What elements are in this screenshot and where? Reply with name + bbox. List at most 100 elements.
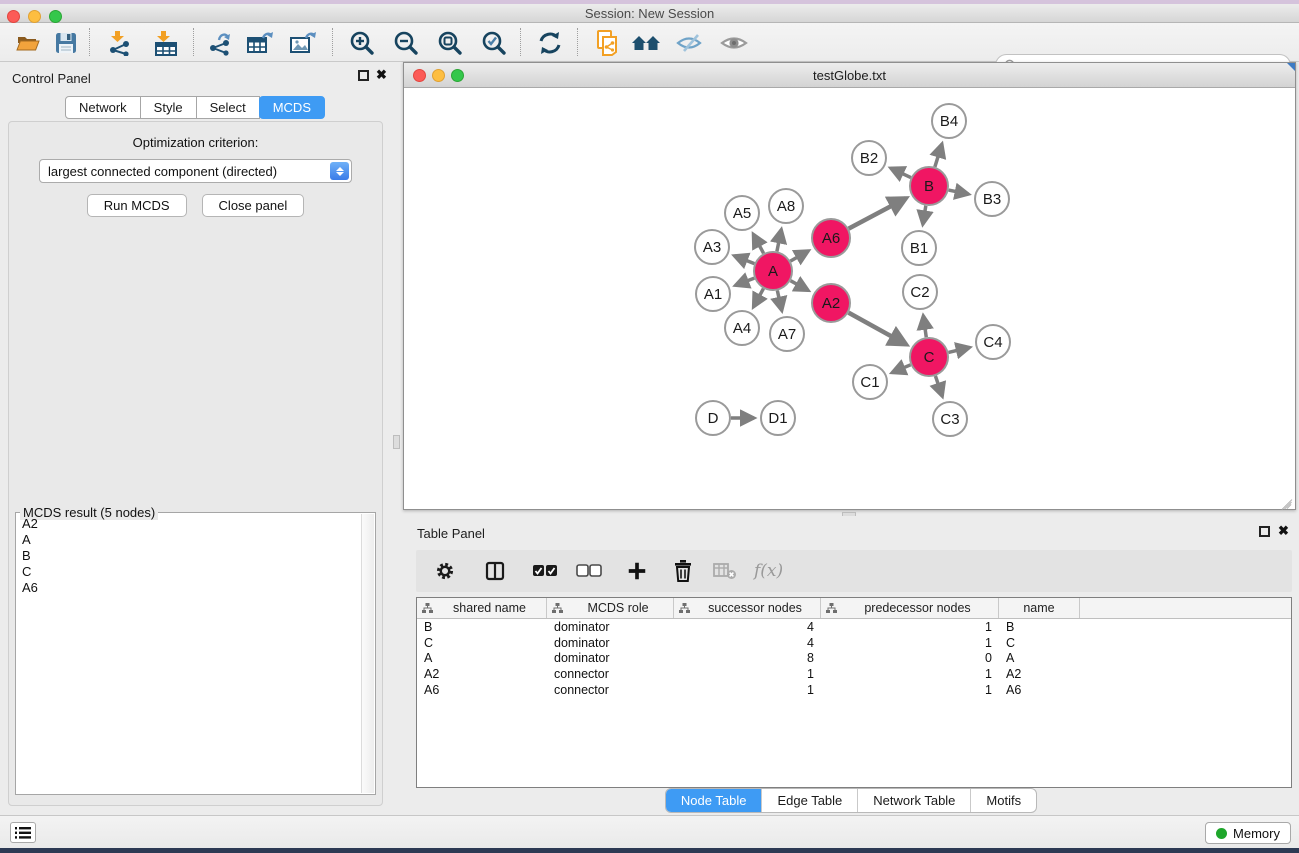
- column-header-successor-nodes[interactable]: successor nodes: [674, 598, 821, 618]
- tab-edge-table[interactable]: Edge Table: [761, 789, 857, 812]
- column-header-shared-name[interactable]: shared name: [417, 598, 547, 618]
- float-panel-icon[interactable]: [358, 70, 369, 81]
- graph-node-A5[interactable]: A5: [725, 196, 759, 230]
- table-cell[interactable]: 1: [821, 667, 999, 681]
- table-cell[interactable]: dominator: [547, 651, 674, 665]
- graph-edge-A-A3[interactable]: [734, 256, 754, 264]
- table-row[interactable]: A2connector11A2: [417, 666, 1291, 682]
- float-panel-icon[interactable]: [1259, 526, 1270, 537]
- memory-button[interactable]: Memory: [1205, 822, 1291, 844]
- column-header-name[interactable]: name: [999, 598, 1080, 618]
- graph-node-C[interactable]: C: [910, 338, 948, 376]
- graph-node-B1[interactable]: B1: [902, 231, 936, 265]
- graph-edge-C-C4[interactable]: [948, 347, 969, 352]
- column-header-MCDS-role[interactable]: MCDS role: [547, 598, 674, 618]
- graph-edge-A-A2[interactable]: [791, 281, 809, 291]
- tab-style[interactable]: Style: [140, 96, 197, 119]
- tab-mcds[interactable]: MCDS: [259, 96, 325, 119]
- table-cell[interactable]: connector: [547, 683, 674, 697]
- table-cell[interactable]: 1: [821, 636, 999, 650]
- graph-edge-B-B2[interactable]: [891, 168, 911, 177]
- tab-network[interactable]: Network: [65, 96, 141, 119]
- export-image-button[interactable]: [287, 27, 319, 58]
- graph-node-A7[interactable]: A7: [770, 317, 804, 351]
- graph-node-A3[interactable]: A3: [695, 230, 729, 264]
- graph-edge-A-A4[interactable]: [753, 289, 763, 307]
- table-cell[interactable]: 1: [821, 620, 999, 634]
- show-columns-button[interactable]: [480, 556, 510, 586]
- resize-grip-icon[interactable]: [1281, 495, 1293, 507]
- tab-select[interactable]: Select: [196, 96, 260, 119]
- delete-table-button[interactable]: [710, 556, 740, 586]
- table-row[interactable]: A6connector11A6: [417, 682, 1291, 698]
- task-history-button[interactable]: [10, 822, 36, 843]
- graph-edge-A-A6[interactable]: [790, 251, 808, 261]
- deselect-all-rows-button[interactable]: [574, 556, 604, 586]
- graph-node-A4[interactable]: A4: [725, 311, 759, 345]
- home-button[interactable]: [630, 27, 662, 58]
- split-divider-handle[interactable]: [393, 435, 400, 449]
- graph-node-C1[interactable]: C1: [853, 365, 887, 399]
- zoom-selected-button[interactable]: [478, 27, 510, 58]
- close-panel-button[interactable]: Close panel: [202, 194, 305, 217]
- copy-network-button[interactable]: [592, 27, 624, 58]
- table-cell[interactable]: B: [999, 620, 1080, 634]
- table-settings-button[interactable]: [430, 556, 460, 586]
- network-window-titlebar[interactable]: testGlobe.txt: [404, 63, 1295, 88]
- table-cell[interactable]: A: [999, 651, 1080, 665]
- create-column-button[interactable]: [622, 556, 652, 586]
- table-cell[interactable]: connector: [547, 667, 674, 681]
- table-cell[interactable]: 8: [674, 651, 821, 665]
- zoom-fit-button[interactable]: [434, 27, 466, 58]
- table-row[interactable]: Bdominator41B: [417, 619, 1291, 635]
- graph-node-A8[interactable]: A8: [769, 189, 803, 223]
- table-cell[interactable]: C: [999, 636, 1080, 650]
- export-network-button[interactable]: [204, 27, 236, 58]
- graph-node-B3[interactable]: B3: [975, 182, 1009, 216]
- export-table-button[interactable]: [244, 27, 276, 58]
- table-cell[interactable]: A6: [999, 683, 1080, 697]
- graph-node-A6[interactable]: A6: [812, 219, 850, 257]
- criterion-dropdown[interactable]: largest connected component (directed): [39, 159, 352, 183]
- table-cell[interactable]: A2: [999, 667, 1080, 681]
- result-list-scrollbar[interactable]: [361, 514, 374, 793]
- network-graph[interactable]: B4B2BB3A8A5A6A3B1AC2A1A2A4A7C4CC1DD1C3: [405, 88, 1296, 510]
- graph-node-C3[interactable]: C3: [933, 402, 967, 436]
- tab-motifs[interactable]: Motifs: [970, 789, 1036, 812]
- graph-node-B[interactable]: B: [910, 167, 948, 205]
- table-cell[interactable]: 1: [821, 683, 999, 697]
- graph-edge-B-B1[interactable]: [923, 206, 926, 225]
- graph-node-C4[interactable]: C4: [976, 325, 1010, 359]
- close-panel-icon[interactable]: ✖: [1278, 524, 1289, 538]
- table-cell[interactable]: B: [417, 620, 547, 634]
- graph-edge-A2-C[interactable]: [849, 313, 907, 345]
- zoom-out-button[interactable]: [390, 27, 422, 58]
- graph-node-B4[interactable]: B4: [932, 104, 966, 138]
- table-cell[interactable]: 4: [674, 620, 821, 634]
- hide-selected-button[interactable]: [674, 27, 706, 58]
- import-table-button[interactable]: [150, 27, 182, 58]
- graph-node-C2[interactable]: C2: [903, 275, 937, 309]
- save-session-button[interactable]: [50, 27, 82, 58]
- result-list-item[interactable]: A2: [17, 516, 360, 532]
- graph-edge-B-B4[interactable]: [935, 144, 942, 167]
- table-cell[interactable]: dominator: [547, 636, 674, 650]
- graph-edge-C-C3[interactable]: [935, 376, 942, 396]
- run-mcds-button[interactable]: Run MCDS: [87, 194, 187, 217]
- select-all-rows-button[interactable]: [530, 556, 560, 586]
- table-cell[interactable]: A: [417, 651, 547, 665]
- table-cell[interactable]: A2: [417, 667, 547, 681]
- table-cell[interactable]: 0: [821, 651, 999, 665]
- graph-node-A2[interactable]: A2: [812, 284, 850, 322]
- result-list-item[interactable]: A: [17, 532, 360, 548]
- graph-edge-A-A1[interactable]: [735, 278, 754, 285]
- table-cell[interactable]: 1: [674, 667, 821, 681]
- table-cell[interactable]: dominator: [547, 620, 674, 634]
- refresh-button[interactable]: [534, 27, 566, 58]
- graph-edge-B-B3[interactable]: [949, 190, 969, 194]
- column-header-predecessor-nodes[interactable]: predecessor nodes: [821, 598, 999, 618]
- table-row[interactable]: Adominator80A: [417, 651, 1291, 667]
- graph-edge-A6-B[interactable]: [849, 198, 906, 228]
- tab-node-table[interactable]: Node Table: [666, 789, 762, 812]
- graph-node-D1[interactable]: D1: [761, 401, 795, 435]
